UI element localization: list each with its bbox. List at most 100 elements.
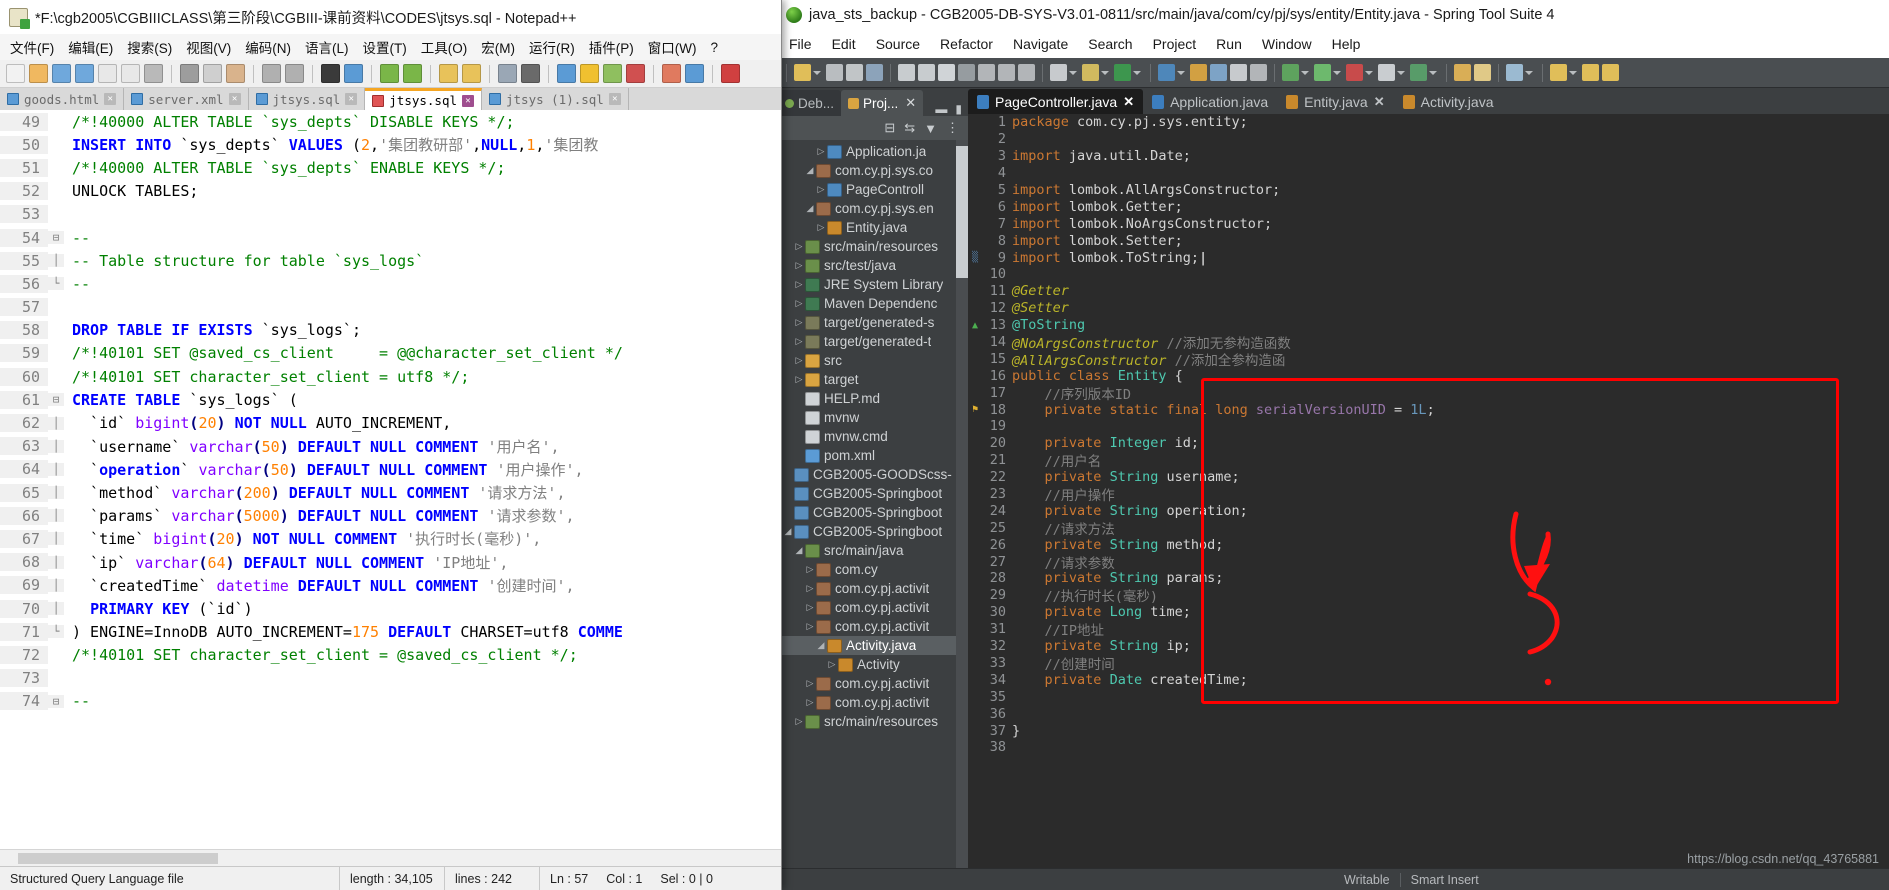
npp-toolbar-button-6[interactable] <box>144 64 163 83</box>
tree-item-cgb2005-springboot[interactable]: ◢ CGB2005-Springboot <box>778 522 968 541</box>
npp-tab-0[interactable]: goods.html ✕ <box>0 88 125 110</box>
chevron-right-icon[interactable]: ▷ <box>804 583 816 594</box>
sts-toolbar-button-4[interactable] <box>866 64 883 81</box>
npp-horizontal-scrollbar[interactable] <box>0 849 781 866</box>
npp-menu-macro[interactable]: 宏(M) <box>481 37 515 57</box>
close-icon[interactable]: ✕ <box>462 94 474 107</box>
npp-toolbar-button-32[interactable] <box>662 64 681 83</box>
chevron-down-icon[interactable] <box>813 70 821 75</box>
npp-menu-encoding[interactable]: 编码(N) <box>245 37 291 57</box>
sts-toolbar-button-1[interactable] <box>794 64 811 81</box>
npp-toolbar-button-16[interactable] <box>344 64 363 83</box>
chevron-right-icon[interactable]: ▷ <box>804 621 816 632</box>
sts-toolbar-button-26[interactable] <box>1346 64 1363 81</box>
npp-tab-4[interactable]: jtsys (1).sql ✕ <box>482 88 629 110</box>
npp-toolbar-button-9[interactable] <box>203 64 222 83</box>
view-toolbar[interactable]: ⊟ ⇆ ▼ ⋮ <box>778 116 968 140</box>
sts-toolbar-button-14[interactable] <box>1050 64 1067 81</box>
npp-toolbar[interactable] <box>0 60 781 88</box>
chevron-down-icon[interactable] <box>1069 70 1077 75</box>
npp-toolbar-button-2[interactable] <box>52 64 71 83</box>
menu-window[interactable]: Window <box>1259 34 1315 54</box>
tree-item-application-ja[interactable]: ▷ Application.ja <box>778 142 968 161</box>
tree-item-cgb2005-springboot[interactable]: CGB2005-Springboot <box>778 503 968 522</box>
sts-toolbar-button-33[interactable] <box>1506 64 1523 81</box>
npp-toolbar-button-29[interactable] <box>603 64 622 83</box>
chevron-right-icon[interactable]: ▷ <box>804 678 816 689</box>
npp-toolbar-button-18[interactable] <box>380 64 399 83</box>
npp-toolbar-button-24[interactable] <box>498 64 517 83</box>
sts-toolbar-button-25[interactable] <box>1314 64 1331 81</box>
close-icon[interactable]: ✕ <box>228 93 241 105</box>
npp-toolbar-button-35[interactable] <box>721 64 740 83</box>
tree-item-mvnw-cmd[interactable]: mvnw.cmd <box>778 427 968 446</box>
chevron-right-icon[interactable]: ▷ <box>793 374 805 385</box>
fold-marker[interactable]: │ <box>48 578 64 592</box>
view-menu-icon[interactable]: ⋮ <box>946 120 959 136</box>
npp-toolbar-button-4[interactable] <box>98 64 117 83</box>
close-icon[interactable]: ✕ <box>1374 94 1385 110</box>
chevron-right-icon[interactable]: ▷ <box>793 355 805 366</box>
sts-toolbar-button-3[interactable] <box>846 64 863 81</box>
sts-toolbar-button-18[interactable] <box>1158 64 1175 81</box>
menu-file[interactable]: File <box>786 34 815 54</box>
chevron-down-icon[interactable] <box>1333 70 1341 75</box>
close-icon[interactable]: ✕ <box>1123 94 1134 110</box>
editor-tab-bar[interactable]: PageController.java ✕ Application.java Enti… <box>968 88 1889 114</box>
chevron-right-icon[interactable]: ▷ <box>804 564 816 575</box>
chevron-right-icon[interactable]: ▷ <box>815 222 827 233</box>
sts-toolbar-button-2[interactable] <box>826 64 843 81</box>
tree-item-target-generated-t[interactable]: ▷ target/generated-t <box>778 332 968 351</box>
npp-tab-3[interactable]: jtsys.sql ✕ <box>365 88 482 110</box>
npp-toolbar-button-33[interactable] <box>685 64 704 83</box>
menu-search[interactable]: Search <box>1085 34 1135 54</box>
sts-toolbar-button-35[interactable] <box>1550 64 1567 81</box>
npp-toolbar-button-0[interactable] <box>6 64 25 83</box>
npp-toolbar-button-10[interactable] <box>226 64 245 83</box>
tree-item-entity-java[interactable]: ▷ Entity.java <box>778 218 968 237</box>
fold-marker[interactable]: │ <box>48 532 64 546</box>
maximize-icon[interactable]: ▮ <box>955 102 962 116</box>
sts-toolbar-button-8[interactable] <box>938 64 955 81</box>
chevron-right-icon[interactable]: ▷ <box>804 602 816 613</box>
npp-menu-language[interactable]: 语言(L) <box>305 37 349 57</box>
chevron-down-icon[interactable] <box>1397 70 1405 75</box>
npp-toolbar-button-1[interactable] <box>29 64 48 83</box>
sts-toolbar-button-20[interactable] <box>1210 64 1227 81</box>
fold-marker[interactable]: │ <box>48 254 64 268</box>
sts-toolbar-button-12[interactable] <box>1018 64 1035 81</box>
sts-menu-bar[interactable]: File Edit Source Refactor Navigate Searc… <box>778 30 1889 58</box>
sts-toolbar-button-24[interactable] <box>1282 64 1299 81</box>
npp-toolbar-button-30[interactable] <box>626 64 645 83</box>
tree-item-pagecontroll[interactable]: ▷ PageControll <box>778 180 968 199</box>
fold-marker[interactable]: │ <box>48 439 64 453</box>
chevron-right-icon[interactable]: ▷ <box>793 260 805 271</box>
fold-marker[interactable]: ⊟ <box>48 393 64 407</box>
sts-toolbar-button-16[interactable] <box>1114 64 1131 81</box>
sts-toolbar[interactable] <box>778 58 1889 88</box>
tree-item-target[interactable]: ▷ target <box>778 370 968 389</box>
npp-menu-file[interactable]: 文件(F) <box>10 37 54 57</box>
tree-item-com-cy-pj-activit[interactable]: ▷ com.cy.pj.activit <box>778 617 968 636</box>
menu-help[interactable]: Help <box>1329 34 1364 54</box>
sts-toolbar-button-9[interactable] <box>958 64 975 81</box>
view-tab-project-explorer[interactable]: Proj... ✕ <box>841 90 924 116</box>
tree-item-src-main-resources[interactable]: ▷ src/main/resources <box>778 237 968 256</box>
npp-toolbar-button-8[interactable] <box>180 64 199 83</box>
fold-marker[interactable]: ⊟ <box>48 694 64 708</box>
chevron-right-icon[interactable]: ▷ <box>793 241 805 252</box>
npp-toolbar-button-5[interactable] <box>121 64 140 83</box>
menu-refactor[interactable]: Refactor <box>937 34 996 54</box>
menu-edit[interactable]: Edit <box>829 34 859 54</box>
chevron-down-icon[interactable] <box>1101 70 1109 75</box>
npp-menu-search[interactable]: 搜索(S) <box>127 37 172 57</box>
tree-item-src-main-resources[interactable]: ▷ src/main/resources <box>778 712 968 731</box>
npp-document-tab-bar[interactable]: goods.html ✕ server.xml ✕ jtsys.sql ✕ jtsys.sq… <box>0 88 781 110</box>
npp-menu-view[interactable]: 视图(V) <box>186 37 231 57</box>
chevron-right-icon[interactable]: ▷ <box>815 146 827 157</box>
chevron-right-icon[interactable]: ▷ <box>793 336 805 347</box>
sts-toolbar-button-11[interactable] <box>998 64 1015 81</box>
chevron-right-icon[interactable]: ▷ <box>826 659 838 670</box>
fold-marker[interactable]: ⊟ <box>48 231 64 245</box>
tree-item-com-cy-pj-sys-co[interactable]: ◢ com.cy.pj.sys.co <box>778 161 968 180</box>
